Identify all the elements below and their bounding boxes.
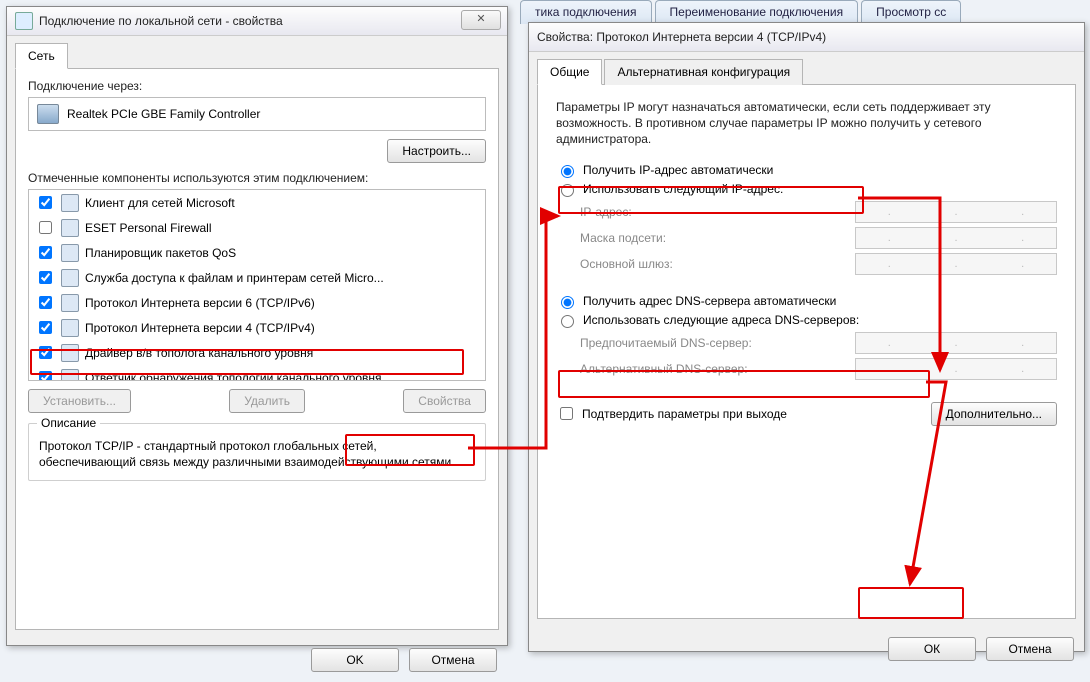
component-checkbox[interactable] [39,296,52,309]
component-label: Протокол Интернета версии 4 (TCP/IPv4) [85,321,315,335]
list-item[interactable]: Драйвер в/в тополога канального уровня [29,340,485,365]
remove-button[interactable]: Удалить [229,389,305,413]
cancel-button-right[interactable]: Отмена [986,637,1074,661]
component-checkbox[interactable] [39,196,52,209]
dns1-input: ... [855,332,1057,354]
ip-input: ... [855,201,1057,223]
component-icon [61,194,79,212]
list-item[interactable]: Планировщик пакетов QoS [29,240,485,265]
gateway-input: ... [855,253,1057,275]
component-label: Драйвер в/в тополога канального уровня [85,346,313,360]
component-checkbox[interactable] [39,321,52,334]
bg-tab-1: тика подключения [520,0,652,24]
ip-label: IP-адрес: [580,205,632,219]
components-listbox[interactable]: Клиент для сетей Microsoft ESET Personal … [28,189,486,381]
component-checkbox[interactable] [39,246,52,259]
tab-general[interactable]: Общие [537,59,602,85]
component-checkbox[interactable] [39,221,52,234]
dns1-label: Предпочитаемый DNS-сервер: [580,336,752,350]
tabstrip-right: Общие Альтернативная конфигурация [537,58,1076,85]
footer-right: ОК Отмена [529,627,1084,671]
window-title-right: Свойства: Протокол Интернета версии 4 (T… [537,30,826,44]
component-checkbox[interactable] [39,346,52,359]
advanced-button[interactable]: Дополнительно... [931,402,1057,426]
list-item[interactable]: Протокол Интернета версии 4 (TCP/IPv4) [29,315,485,340]
lan-properties-window: Подключение по локальной сети - свойства… [6,6,508,646]
nic-icon [37,104,59,124]
component-label: ESET Personal Firewall [85,221,212,235]
list-item[interactable]: Ответчик обнаружения топологии канальног… [29,365,485,381]
dns2-label: Альтернативный DNS-сервер: [580,362,748,376]
list-item[interactable]: Протокол Интернета версии 6 (TCP/IPv6) [29,290,485,315]
close-icon[interactable]: ✕ [461,10,501,30]
bg-tab-3: Просмотр сс [861,0,961,24]
tab-body-left: Подключение через: Realtek PCIe GBE Fami… [15,69,499,630]
component-label: Служба доступа к файлам и принтерам сете… [85,271,384,285]
description-title: Описание [37,416,100,430]
info-text: Параметры IP могут назначаться автоматич… [556,99,1057,148]
list-item[interactable]: Клиент для сетей Microsoft [29,190,485,215]
components-label: Отмеченные компоненты используются этим … [28,171,486,185]
tab-network[interactable]: Сеть [15,43,68,69]
radio-dns-manual-input[interactable] [561,315,574,328]
bg-tab-2: Переименование подключения [655,0,859,24]
radio-ip-manual[interactable]: Использовать следующий IP-адрес: [556,181,1057,197]
list-item[interactable]: ESET Personal Firewall [29,215,485,240]
install-button[interactable]: Установить... [28,389,131,413]
validate-checkbox[interactable] [560,407,573,420]
component-icon [61,244,79,262]
gateway-label: Основной шлюз: [580,257,673,271]
description-text: Протокол TCP/IP - стандартный протокол г… [39,438,475,470]
footer-left: OK Отмена [7,638,507,682]
tab-alternate[interactable]: Альтернативная конфигурация [604,59,803,85]
ipv4-properties-window: Свойства: Протокол Интернета версии 4 (T… [528,22,1085,652]
adapter-box: Realtek PCIe GBE Family Controller [28,97,486,131]
radio-ip-auto-input[interactable] [561,165,574,178]
component-icon [61,219,79,237]
component-label: Планировщик пакетов QoS [85,246,236,260]
radio-dns-auto[interactable]: Получить адрес DNS-сервера автоматически [556,293,1057,309]
window-icon [15,12,33,30]
connect-via-label: Подключение через: [28,79,486,93]
component-label: Ответчик обнаружения топологии канальног… [85,371,382,382]
radio-ip-auto[interactable]: Получить IP-адрес автоматически [556,162,1057,178]
configure-button[interactable]: Настроить... [387,139,486,163]
validate-checkbox-row[interactable]: Подтвердить параметры при выходе [556,404,787,423]
adapter-name: Realtek PCIe GBE Family Controller [67,107,260,121]
radio-ip-manual-input[interactable] [561,184,574,197]
component-checkbox[interactable] [39,271,52,284]
ok-button-right[interactable]: ОК [888,637,976,661]
titlebar-left: Подключение по локальной сети - свойства… [7,7,507,36]
component-label: Протокол Интернета версии 6 (TCP/IPv6) [85,296,315,310]
radio-dns-auto-input[interactable] [561,296,574,309]
description-group: Описание Протокол TCP/IP - стандартный п… [28,423,486,481]
component-icon [61,319,79,337]
cancel-button[interactable]: Отмена [409,648,497,672]
component-icon [61,344,79,362]
component-checkbox[interactable] [39,371,52,381]
properties-button[interactable]: Свойства [403,389,486,413]
component-label: Клиент для сетей Microsoft [85,196,235,210]
component-icon [61,294,79,312]
tabstrip-left: Сеть [15,42,499,69]
mask-label: Маска подсети: [580,231,666,245]
titlebar-right: Свойства: Протокол Интернета версии 4 (T… [529,23,1084,52]
window-title: Подключение по локальной сети - свойства [39,14,283,28]
ok-button[interactable]: OK [311,648,399,672]
radio-dns-manual[interactable]: Использовать следующие адреса DNS-сервер… [556,312,1057,328]
tab-body-right: Параметры IP могут назначаться автоматич… [537,85,1076,619]
component-icon [61,269,79,287]
mask-input: ... [855,227,1057,249]
component-icon [61,369,79,382]
dns2-input: ... [855,358,1057,380]
background-toolbar: тика подключения Переименование подключе… [520,0,964,24]
list-item[interactable]: Служба доступа к файлам и принтерам сете… [29,265,485,290]
